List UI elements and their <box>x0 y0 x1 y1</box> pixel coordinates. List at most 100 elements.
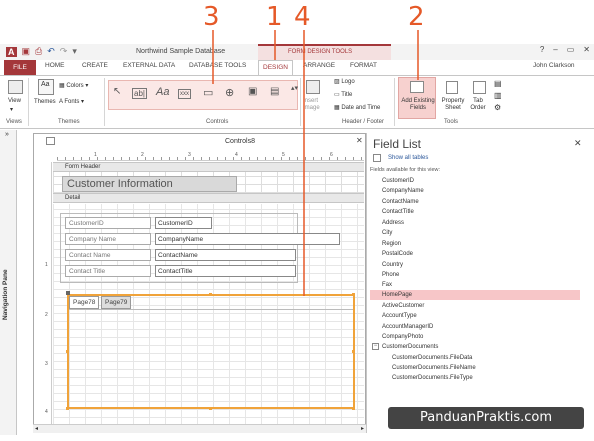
resize-handle[interactable] <box>209 293 212 296</box>
document-close-icon[interactable]: ✕ <box>356 136 363 145</box>
convert-macros-icon[interactable]: ⚙ <box>494 104 501 112</box>
field-list-item[interactable]: City <box>382 228 392 238</box>
view-icon[interactable] <box>8 80 23 94</box>
field-textbox[interactable]: ContactTitle <box>155 265 296 277</box>
tab-control-icon[interactable]: ▭ <box>203 86 213 99</box>
field-textbox[interactable]: CompanyName <box>155 233 340 245</box>
field-label[interactable]: Contact Title <box>65 265 151 277</box>
ribbon-divider <box>28 78 29 126</box>
resize-handle[interactable] <box>352 350 355 353</box>
field-label[interactable]: Contact Name <box>65 249 151 261</box>
print-icon[interactable]: ⎙ <box>35 46 42 57</box>
tab-design[interactable]: DESIGN <box>258 60 293 75</box>
button-control-icon[interactable]: xxx <box>178 89 191 99</box>
field-list-item-selected[interactable]: HomePage <box>382 290 412 300</box>
colors-button[interactable]: ▦ Colors ▾ <box>59 83 88 90</box>
property-sheet-button[interactable]: Property Sheet <box>439 98 467 112</box>
field-list-item[interactable]: Phone <box>382 270 399 280</box>
show-all-tables-link[interactable]: Show all tables <box>388 155 428 161</box>
tab-page[interactable]: Page78 <box>69 296 100 309</box>
field-list-item[interactable]: AccountManagerID <box>382 322 433 332</box>
header-title-label[interactable]: Customer Information <box>62 176 237 192</box>
view-button[interactable]: View <box>8 98 21 105</box>
field-list-subitem[interactable]: CustomerDocuments.FileData <box>392 353 472 363</box>
tab-create[interactable]: CREATE <box>82 62 108 69</box>
form-header-section-bar[interactable]: Form Header <box>53 162 364 172</box>
fonts-button[interactable]: A Fonts ▾ <box>59 99 84 106</box>
tab-page-body[interactable] <box>69 309 353 407</box>
tab-format[interactable]: FORMAT <box>350 62 377 69</box>
navigation-pane-label[interactable]: Navigation Pane <box>2 269 9 320</box>
tab-external-data[interactable]: EXTERNAL DATA <box>123 62 175 69</box>
logo-button[interactable]: ▨ Logo <box>334 79 355 86</box>
resize-handle[interactable] <box>66 350 69 353</box>
themes-button[interactable]: Themes <box>34 99 56 106</box>
app-title: Northwind Sample Database <box>136 48 226 55</box>
tab-database-tools[interactable]: DATABASE TOOLS <box>189 62 246 69</box>
nav-pane-toggle-icon[interactable]: » <box>5 131 9 138</box>
minimize-icon[interactable]: – <box>553 45 557 54</box>
insert-image-button[interactable]: Insert Image <box>303 98 325 112</box>
collapse-icon[interactable]: − <box>372 343 379 350</box>
field-list-item[interactable]: ContactTitle <box>382 207 414 217</box>
field-label[interactable]: Company Name <box>65 233 151 245</box>
view-dropdown-icon[interactable]: ▾ <box>10 107 13 114</box>
resize-handle[interactable] <box>352 407 355 410</box>
field-list-item[interactable]: CompanyPhoto <box>382 332 423 342</box>
themes-icon[interactable]: Aa <box>38 79 54 95</box>
label-control-icon[interactable]: Aa <box>156 86 169 98</box>
title-button[interactable]: ▭ Title <box>334 92 352 99</box>
field-textbox[interactable]: ContactName <box>155 249 296 261</box>
field-list-item[interactable]: AccountType <box>382 311 417 321</box>
help-icon[interactable]: ? <box>540 45 544 54</box>
user-name[interactable]: John Clarkson <box>533 62 575 69</box>
field-list-item[interactable]: Country <box>382 260 403 270</box>
field-list-item[interactable]: Address <box>382 218 404 228</box>
field-list-item[interactable]: PostalCode <box>382 249 413 259</box>
resize-handle[interactable] <box>209 407 212 410</box>
field-list-item[interactable]: Fax <box>382 280 392 290</box>
view-code-icon[interactable]: ▥ <box>494 92 502 100</box>
navigation-control-icon[interactable]: ▤ <box>270 86 279 97</box>
field-list-item[interactable]: CompanyName <box>382 186 424 196</box>
redo-icon[interactable]: ↷ <box>60 46 68 57</box>
tab-order-button[interactable]: Tab Order <box>468 98 488 112</box>
field-textbox[interactable]: CustomerID <box>155 217 212 229</box>
hyperlink-control-icon[interactable]: ⊕ <box>225 86 234 99</box>
tab-file[interactable]: FILE <box>4 60 36 75</box>
scroll-left-icon[interactable]: ◂ <box>35 425 38 432</box>
select-pointer-icon[interactable]: ↖ <box>113 86 121 97</box>
tab-home[interactable]: HOME <box>45 62 65 69</box>
field-list-item[interactable]: CustomerID <box>382 176 414 186</box>
controls-more-icon[interactable]: ▴▾ <box>291 84 298 92</box>
date-time-button[interactable]: ▦ Date and Time <box>334 105 380 112</box>
move-handle[interactable] <box>66 291 70 295</box>
field-list-close-icon[interactable]: ✕ <box>574 138 582 149</box>
maximize-icon[interactable]: ▭ <box>567 45 575 54</box>
subform-icon[interactable]: ▤ <box>494 80 502 88</box>
ruler-tick-label: 1 <box>45 262 48 268</box>
customize-qat-icon[interactable]: ▾ <box>72 46 77 57</box>
field-list-item[interactable]: ContactName <box>382 197 419 207</box>
tab-order-icon[interactable] <box>473 81 486 94</box>
web-browser-control-icon[interactable]: ▣ <box>248 86 257 97</box>
field-list-item[interactable]: CustomerDocuments <box>382 342 438 352</box>
close-icon[interactable]: ✕ <box>583 45 590 54</box>
tab-arrange[interactable]: ARRANGE <box>303 62 335 69</box>
field-list-item[interactable]: Region <box>382 239 401 249</box>
horizontal-scrollbar[interactable]: ◂ ▸ <box>33 424 366 433</box>
field-label[interactable]: CustomerID <box>65 217 151 229</box>
save-icon[interactable]: ▣ <box>22 46 31 57</box>
resize-handle[interactable] <box>66 407 69 410</box>
detail-section-bar[interactable]: Detail <box>53 193 364 203</box>
field-list-subitem[interactable]: CustomerDocuments.FileType <box>392 373 473 383</box>
insert-image-icon[interactable] <box>306 80 320 94</box>
tab-page[interactable]: Page79 <box>101 296 132 309</box>
field-list-subitem[interactable]: CustomerDocuments.FileName <box>392 363 476 373</box>
scroll-right-icon[interactable]: ▸ <box>361 425 364 432</box>
textbox-control-icon[interactable]: ab| <box>132 88 147 99</box>
property-sheet-icon[interactable] <box>446 81 458 94</box>
undo-icon[interactable]: ↶ <box>47 46 55 57</box>
field-list-item[interactable]: ActiveCustomer <box>382 301 424 311</box>
resize-handle[interactable] <box>352 293 355 296</box>
